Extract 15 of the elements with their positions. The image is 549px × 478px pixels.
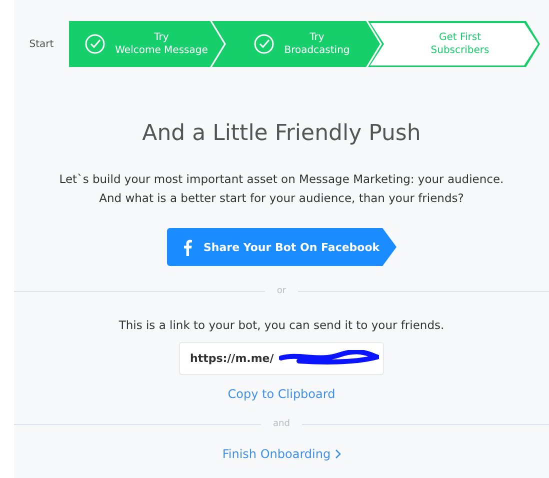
intro-paragraph: Let`s build your most important asset on Message Marketing: your audience. And what is a better start for your audience, than your friends?	[59, 171, 504, 207]
check-circle-icon	[85, 34, 106, 54]
facebook-icon	[182, 238, 192, 256]
divider-label: or	[276, 286, 286, 296]
chevron-right-icon	[334, 449, 341, 459]
finish-onboarding-link[interactable]: Finish Onboarding	[222, 447, 341, 461]
copy-to-clipboard-link[interactable]: Copy to Clipboard	[228, 387, 336, 401]
divider-label: and	[273, 419, 290, 429]
stepper-step[interactable]: Get First Subscribers	[368, 21, 540, 67]
stepper-step[interactable]: Try Broadcasting	[212, 21, 380, 67]
link-description: This is a link to your bot, you can send it to your friends.	[118, 318, 444, 332]
page-heading: And a Little Friendly Push	[142, 121, 421, 146]
share-facebook-button[interactable]: Share Your Bot On Facebook	[166, 228, 396, 266]
stepper-start-label: Start	[28, 38, 55, 50]
check-circle-icon	[254, 34, 274, 54]
